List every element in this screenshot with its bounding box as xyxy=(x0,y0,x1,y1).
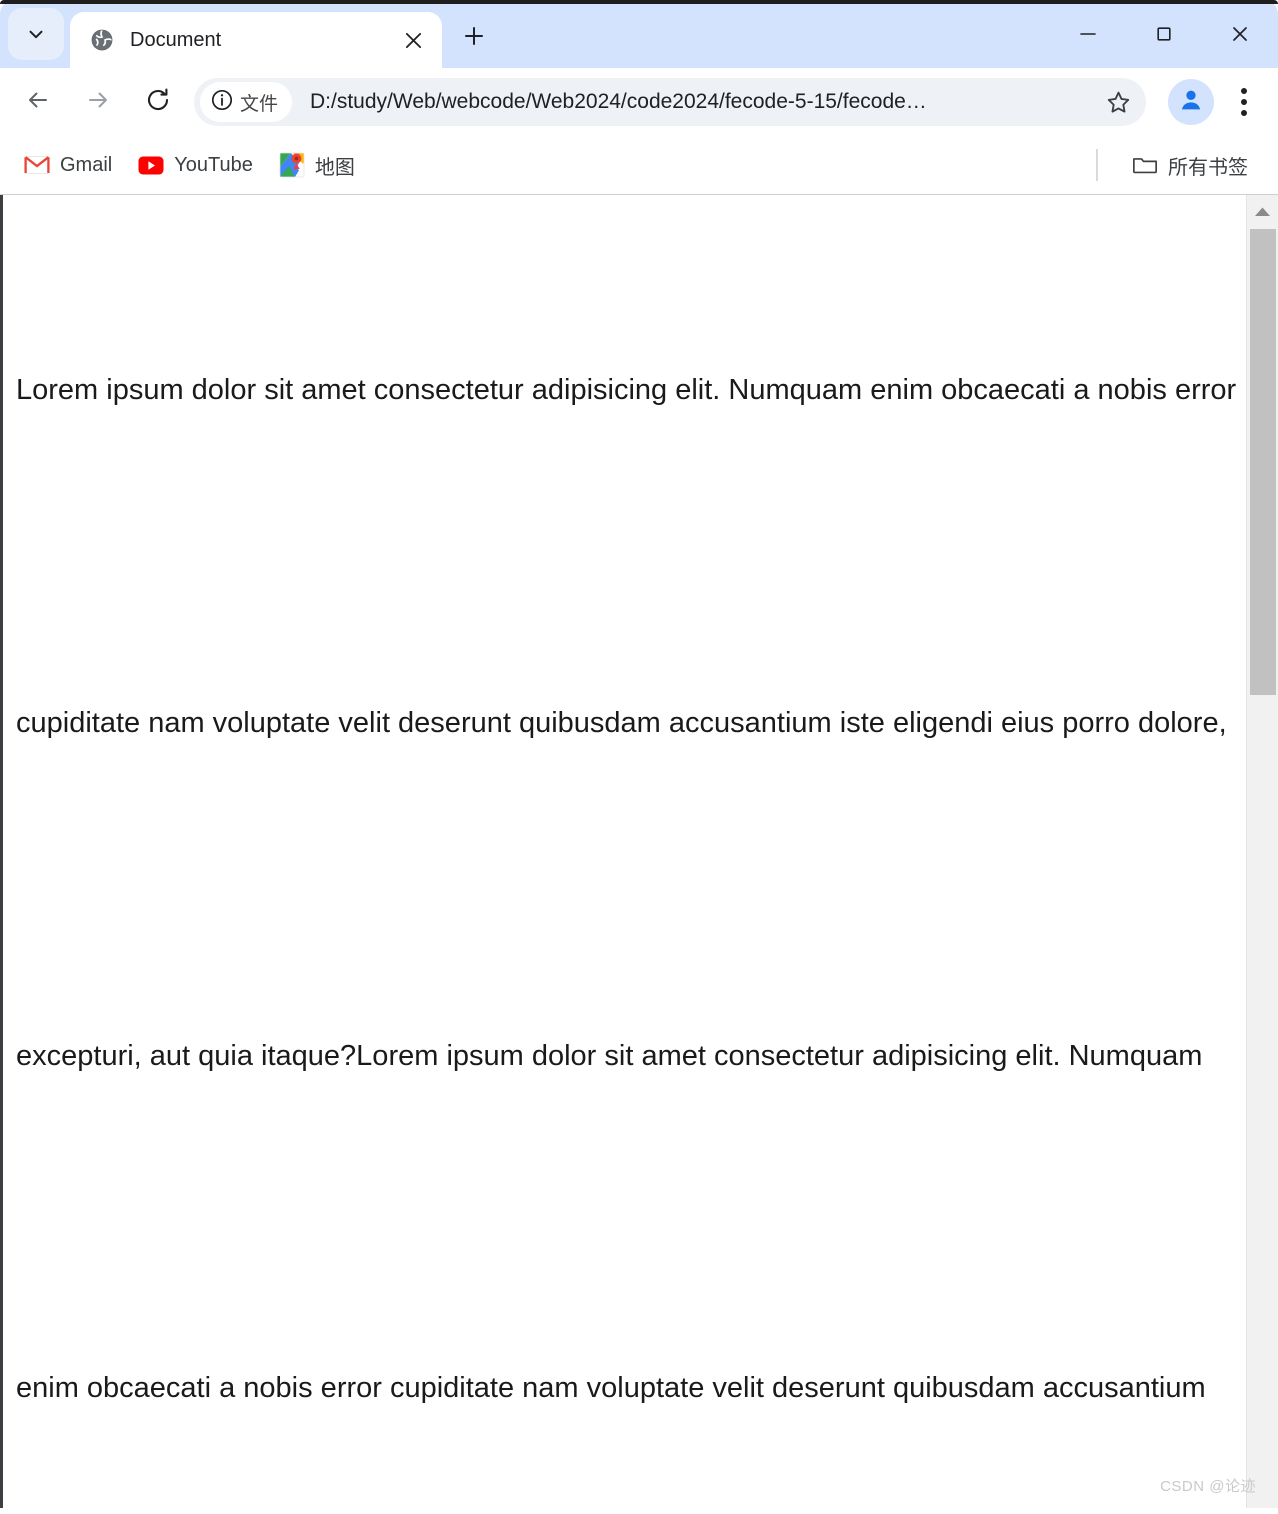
reload-icon xyxy=(144,86,172,119)
arrow-right-icon xyxy=(84,86,112,119)
google-maps-icon xyxy=(279,152,305,178)
maximize-icon xyxy=(1157,27,1171,41)
tab-search-button[interactable] xyxy=(8,8,64,60)
paragraph-line: Lorem ipsum dolor sit amet consectetur a… xyxy=(16,374,1237,406)
scrollbar-up-arrow[interactable] xyxy=(1247,195,1278,227)
bookmark-label: 地图 xyxy=(314,156,355,179)
close-icon xyxy=(1233,27,1247,41)
document-body: Lorem ipsum dolor sit amet consectetur a… xyxy=(0,195,1246,1508)
three-dot-menu-icon xyxy=(1241,86,1247,119)
all-bookmarks-label: 所有书签 xyxy=(1168,156,1248,179)
window-controls xyxy=(1050,0,1278,68)
tab-close-button[interactable] xyxy=(398,25,428,55)
address-bar[interactable]: 文件 D:/study/Web/webcode/Web2024/code2024… xyxy=(194,78,1146,126)
new-tab-button[interactable] xyxy=(452,16,496,60)
scrollbar-thumb[interactable] xyxy=(1250,229,1276,695)
paragraph-line: enim obcaecati a nobis error cupiditate … xyxy=(16,1372,1206,1404)
paragraph-line: cupiditate nam voluptate velit deserunt … xyxy=(16,707,1227,739)
bookmark-label: YouTube xyxy=(174,153,253,176)
bookmark-maps[interactable]: 地图 xyxy=(269,145,365,185)
minimize-icon xyxy=(1080,33,1096,35)
globe-icon xyxy=(90,28,114,52)
folder-icon xyxy=(1132,152,1158,178)
tab-title: Document xyxy=(130,28,222,51)
star-icon xyxy=(1107,91,1129,113)
minimize-button[interactable] xyxy=(1050,0,1126,68)
profile-avatar-button[interactable] xyxy=(1168,79,1214,125)
site-info-chip[interactable]: 文件 xyxy=(200,82,293,122)
close-window-button[interactable] xyxy=(1202,0,1278,68)
gmail-icon xyxy=(24,152,50,178)
bookmarks-divider xyxy=(1096,149,1098,181)
bookmark-gmail[interactable]: Gmail xyxy=(14,145,122,185)
page-content-area: Lorem ipsum dolor sit amet consectetur a… xyxy=(0,194,1278,1508)
vertical-scrollbar[interactable] xyxy=(1246,195,1278,1508)
address-bar-url[interactable]: D:/study/Web/webcode/Web2024/code2024/fe… xyxy=(310,90,1094,114)
all-bookmarks-button[interactable]: 所有书签 xyxy=(1122,145,1258,185)
bookmark-youtube[interactable]: YouTube xyxy=(128,145,263,185)
browser-menu-button[interactable] xyxy=(1224,78,1264,126)
reload-button[interactable] xyxy=(134,78,182,126)
bookmarks-bar: Gmail YouTube 地图 所有书签 xyxy=(0,136,1278,194)
bookmarks-bar-right: 所有书签 xyxy=(1096,145,1264,185)
triangle-up-icon xyxy=(1255,207,1270,216)
youtube-icon xyxy=(138,152,164,178)
tab-document[interactable]: Document xyxy=(70,12,442,68)
arrow-left-icon xyxy=(24,86,52,119)
info-circle-icon xyxy=(210,88,234,117)
plus-icon xyxy=(463,25,485,52)
back-button[interactable] xyxy=(14,78,62,126)
site-chip-label: 文件 xyxy=(240,93,279,115)
browser-window: Document 文件 D:/study/Web/webcode/Web2024… xyxy=(0,0,1278,1514)
bookmark-label: Gmail xyxy=(60,153,113,176)
tab-strip: Document xyxy=(0,0,1278,68)
browser-toolbar: 文件 D:/study/Web/webcode/Web2024/code2024… xyxy=(0,68,1278,136)
paragraph-line: excepturi, aut quia itaque?Lorem ipsum d… xyxy=(16,1040,1203,1072)
forward-button[interactable] xyxy=(74,78,122,126)
chevron-down-icon xyxy=(25,23,47,45)
account-avatar-icon xyxy=(1177,86,1205,119)
maximize-button[interactable] xyxy=(1126,0,1202,68)
bookmark-star-button[interactable] xyxy=(1094,78,1142,126)
